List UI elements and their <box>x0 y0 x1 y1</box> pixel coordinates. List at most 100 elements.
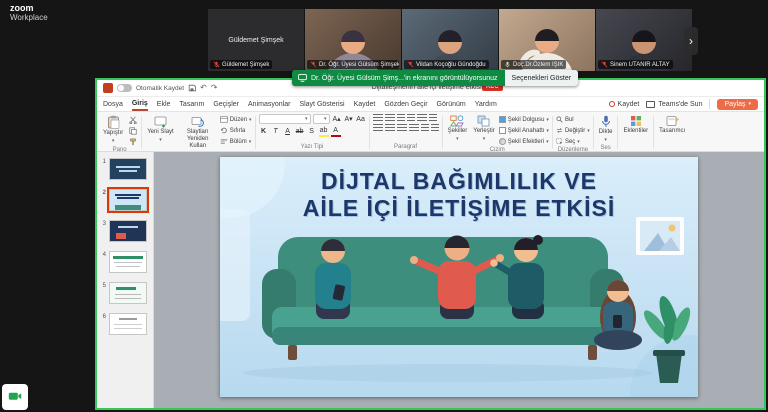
replace-button[interactable]: Değiştir▾ <box>556 126 590 135</box>
shape-outline-button[interactable]: Şekil Anahattı▾ <box>499 126 549 135</box>
font-family-select[interactable]: ▾ <box>259 114 311 124</box>
record-label: Kaydet <box>618 101 640 108</box>
participant-tile-2[interactable]: Dr. Öğr. Üyesi Gülsüm Şimşek <box>305 9 401 71</box>
slide-thumbnail-3[interactable]: 3 <box>99 220 149 242</box>
layout-button[interactable]: Düzen▾ <box>220 115 252 124</box>
text-direction-icon[interactable] <box>429 114 437 122</box>
tab-gorunum[interactable]: Görünüm <box>437 97 466 111</box>
slide-canvas[interactable]: DİJTAL BAĞIMLILIK VE AİLE İÇİ İLETİŞİME … <box>154 152 764 408</box>
shape-effects-button[interactable]: Şekil Efektleri▾ <box>499 137 549 146</box>
slide-thumbnail-4[interactable]: 4 <box>99 251 149 273</box>
tab-animasyonlar[interactable]: Animasyonlar <box>248 97 290 111</box>
justify-icon[interactable] <box>409 124 419 132</box>
shape-outline-swatch-icon <box>499 127 506 134</box>
participant-strip: Güldemet Şimşek Güldemet Şimşek Dr. Öğr.… <box>208 9 692 71</box>
reuse-slides-button[interactable]: Slaytları Yeniden Kullan <box>178 114 218 151</box>
numbering-icon[interactable] <box>385 114 395 122</box>
slide-title[interactable]: DİJTAL BAĞIMLILIK VE AİLE İÇİ İLETİŞİME … <box>220 168 698 222</box>
ribbon-group-addins: Eklentiler <box>621 114 650 151</box>
underline-button[interactable]: A <box>283 127 293 137</box>
zoom-floating-panel[interactable] <box>2 384 28 410</box>
tab-kaydet[interactable]: Kaydet <box>354 97 376 111</box>
slide-thumbnail-6[interactable]: 6 <box>99 313 149 335</box>
bullets-icon[interactable] <box>373 114 383 122</box>
autosave-toggle[interactable] <box>117 84 132 92</box>
cut-icon[interactable] <box>127 115 138 124</box>
align-left-icon[interactable] <box>373 124 383 132</box>
participant-tile-1[interactable]: Güldemet Şimşek Güldemet Şimşek <box>208 9 304 71</box>
shape-outline-label: Şekil Anahattı <box>508 128 545 134</box>
tab-dosya[interactable]: Dosya <box>103 97 123 111</box>
italic-button[interactable]: T <box>271 127 281 137</box>
slide-thumbnail-1[interactable]: 1 <box>99 158 149 180</box>
arrange-button[interactable]: Yerleştir ▾ <box>471 114 496 143</box>
reset-button[interactable]: Sıfırla <box>220 126 252 135</box>
tab-tasarim[interactable]: Tasarım <box>179 97 204 111</box>
shape-effects-swatch-icon <box>499 138 506 145</box>
shape-fill-button[interactable]: Şekil Dolgusu▾ <box>499 115 549 124</box>
find-button[interactable]: Bul <box>556 115 590 124</box>
change-case-button[interactable]: Aa <box>356 114 366 124</box>
current-slide[interactable]: DİJTAL BAĞIMLILIK VE AİLE İÇİ İLETİŞİME … <box>220 157 698 397</box>
dictate-button[interactable]: Dikte ▾ <box>597 114 615 144</box>
tab-gozden-gecir[interactable]: Gözden Geçir <box>384 97 427 111</box>
align-right-icon[interactable] <box>397 124 407 132</box>
font-color-button[interactable]: A <box>331 126 341 137</box>
designer-button[interactable]: Tasarımcı <box>657 114 687 136</box>
paste-label: Yapıştır <box>103 130 123 137</box>
reset-label: Sıfırla <box>230 128 246 134</box>
share-screen-icon <box>8 392 22 403</box>
participant-tile-5[interactable]: Sinem UTANIR ALTAY <box>596 9 692 71</box>
group-label-font: Yazı Tipi <box>259 143 366 151</box>
align-center-icon[interactable] <box>385 124 395 132</box>
shapes-button[interactable]: Şekiller ▾ <box>446 114 470 143</box>
select-button[interactable]: Seç▾ <box>556 137 590 146</box>
teams-label: Teams'de Sun <box>658 101 702 108</box>
section-button[interactable]: Bölüm▾ <box>220 137 252 146</box>
text-shadow-button[interactable]: S <box>307 127 317 137</box>
strikethrough-button[interactable]: ab <box>295 127 305 137</box>
slide-thumbnail-5[interactable]: 5 <box>99 282 149 304</box>
tab-yardim[interactable]: Yardım <box>475 97 497 111</box>
shrink-font-button[interactable]: A▾ <box>344 114 354 124</box>
slide-number: 6 <box>99 313 106 320</box>
grow-font-button[interactable]: A▴ <box>332 114 342 124</box>
present-in-teams-button[interactable]: Teams'de Sun <box>646 101 702 108</box>
slide-thumbnail-2-selected[interactable]: 2 <box>99 189 149 211</box>
decrease-indent-icon[interactable] <box>397 114 405 122</box>
powerpoint-app-icon <box>103 83 113 93</box>
next-participants-button[interactable]: › <box>684 27 698 55</box>
save-icon[interactable] <box>188 84 196 92</box>
picture-frame <box>636 217 684 255</box>
bold-button[interactable]: K <box>259 127 269 137</box>
screen-share-banner: Dr. Öğr. Üyesi Gülsüm Şimş...'in ekranın… <box>292 70 578 86</box>
line-spacing-icon[interactable] <box>417 114 427 122</box>
tab-slayt-gosterisi[interactable]: Slayt Gösterisi <box>299 97 344 111</box>
record-button[interactable]: Kaydet <box>609 101 640 108</box>
increase-indent-icon[interactable] <box>407 114 415 122</box>
font-size-select[interactable]: ▾ <box>313 114 330 124</box>
tab-gecisler[interactable]: Geçişler <box>213 97 239 111</box>
format-painter-icon[interactable] <box>127 137 138 146</box>
group-label-designer <box>657 149 687 151</box>
tab-ekle[interactable]: Ekle <box>157 97 171 111</box>
undo-icon[interactable]: ↶ <box>200 84 207 92</box>
slide-number: 5 <box>99 282 106 289</box>
search-icon <box>556 116 563 123</box>
columns-icon[interactable] <box>421 124 429 132</box>
group-label-addins <box>621 149 650 151</box>
share-button[interactable]: Paylaş▾ <box>717 99 758 110</box>
redo-icon[interactable]: ↷ <box>211 84 218 92</box>
record-dot-icon <box>609 101 615 107</box>
participant-tile-3[interactable]: Vildan Koçoğlu Gündoğdu <box>402 9 498 71</box>
show-options-button[interactable]: Seçenekleri Göster <box>505 70 579 86</box>
highlight-color-button[interactable]: ab <box>319 126 329 137</box>
slide-number: 1 <box>99 158 106 165</box>
tab-giris[interactable]: Giriş <box>132 97 148 111</box>
participant-tile-4-speaking[interactable]: Doç.Dr.Özlem IŞIK <box>499 9 595 71</box>
addins-button[interactable]: Eklentiler <box>621 114 650 136</box>
copy-icon[interactable] <box>127 126 138 135</box>
paste-button[interactable]: Yapıştır ▾ <box>101 114 125 145</box>
new-slide-button[interactable]: Yeni Slayt ▾ <box>145 114 175 144</box>
smartart-convert-icon[interactable] <box>431 124 439 132</box>
